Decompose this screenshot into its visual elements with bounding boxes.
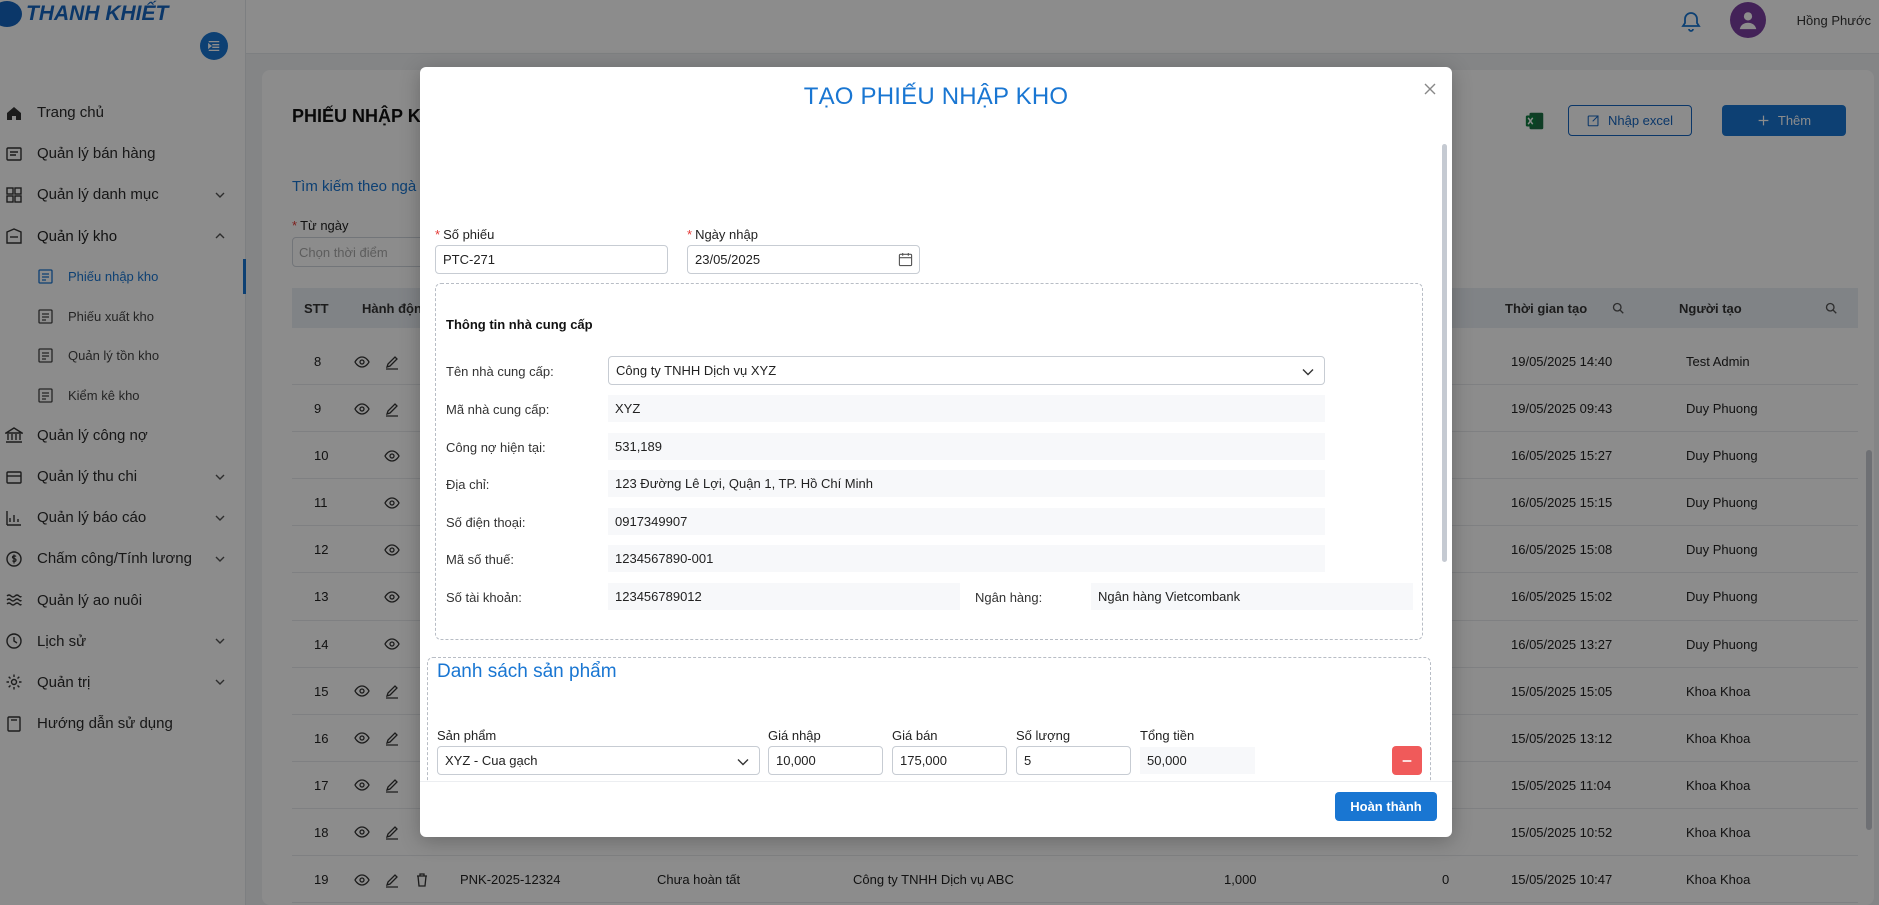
phone-value: 0917349907	[608, 508, 1325, 535]
col-product-label: Sản phẩm	[437, 728, 497, 743]
modal-title: TẠO PHIẾU NHẬP KHO	[803, 83, 1069, 110]
create-receipt-modal: TẠO PHIẾU NHẬP KHO * Số phiếu PTC-271 * Ng…	[420, 67, 1452, 837]
supplier-info-section: Thông tin nhà cung cấp Tên nhà cung cấp:…	[435, 283, 1423, 640]
address-label: Địa chỉ:	[446, 477, 490, 492]
sale-price-input[interactable]: 175,000	[892, 746, 1007, 775]
chevron-down-icon	[1302, 369, 1314, 376]
col-total-label: Tổng tiền	[1140, 728, 1195, 743]
quantity-value: 5	[1024, 753, 1032, 768]
complete-button[interactable]: Hoàn thành	[1335, 792, 1437, 821]
calendar-icon[interactable]	[898, 252, 913, 267]
modal-body: * Số phiếu PTC-271 * Ngày nhập 23/05/2025 …	[420, 141, 1452, 781]
import-date-input[interactable]: 23/05/2025	[687, 245, 920, 274]
supplier-name-label: Tên nhà cung cấp:	[446, 364, 554, 379]
address-value: 123 Đường Lê Lợi, Quận 1, TP. Hồ Chí Min…	[608, 470, 1325, 497]
supplier-code-label: Mã nhà cung cấp:	[446, 402, 550, 417]
receipt-number-text: Số phiếu	[443, 227, 495, 242]
tax-code-value: 1234567890-001	[608, 545, 1325, 572]
receipt-number-input[interactable]: PTC-271	[435, 245, 668, 274]
close-icon[interactable]	[1422, 81, 1438, 97]
product-select-value: XYZ - Cua gạch	[445, 753, 538, 768]
chevron-down-icon	[737, 759, 749, 766]
col-quantity-label: Số lượng	[1016, 728, 1071, 743]
current-debt-label: Công nợ hiện tại:	[446, 440, 546, 455]
row-total-value: 50,000	[1140, 747, 1255, 774]
supplier-select[interactable]: Công ty TNHH Dịch vụ XYZ	[608, 356, 1325, 385]
quantity-input[interactable]: 5	[1016, 746, 1131, 775]
phone-label: Số điện thoại:	[446, 515, 526, 530]
receipt-number-label: * Số phiếu	[435, 227, 494, 242]
import-date-value: 23/05/2025	[695, 252, 761, 267]
import-price-input[interactable]: 10,000	[768, 746, 883, 775]
current-debt-value: 531,189	[608, 433, 1325, 460]
account-label: Số tài khoản:	[446, 590, 522, 605]
import-date-text: Ngày nhập	[695, 227, 758, 242]
col-import-price-label: Giá nhập	[768, 728, 821, 743]
required-mark: *	[687, 227, 693, 242]
bank-value: Ngân hàng Vietcombank	[1091, 583, 1413, 610]
supplier-section-title: Thông tin nhà cung cấp	[446, 317, 593, 332]
bank-label: Ngân hàng:	[975, 590, 1043, 605]
required-mark: *	[435, 227, 441, 242]
receipt-number-value: PTC-271	[443, 252, 496, 267]
modal-footer: Hoàn thành	[420, 781, 1452, 837]
col-sale-price-label: Giá bán	[892, 728, 938, 743]
supplier-code-value: XYZ	[608, 395, 1325, 422]
product-list-section: Danh sách sản phẩm Sản phẩm Giá nhập Giá…	[427, 657, 1431, 781]
sale-price-value: 175,000	[900, 753, 947, 768]
account-value: 123456789012	[608, 583, 960, 610]
import-date-label: * Ngày nhập	[687, 227, 758, 242]
tax-code-label: Mã số thuế:	[446, 552, 514, 567]
remove-row-button[interactable]	[1392, 746, 1422, 775]
product-list-title: Danh sách sản phẩm	[437, 661, 617, 682]
minus-icon	[1402, 759, 1412, 762]
supplier-select-value: Công ty TNHH Dịch vụ XYZ	[616, 363, 777, 378]
import-price-value: 10,000	[776, 753, 816, 768]
product-select[interactable]: XYZ - Cua gạch	[437, 746, 760, 775]
